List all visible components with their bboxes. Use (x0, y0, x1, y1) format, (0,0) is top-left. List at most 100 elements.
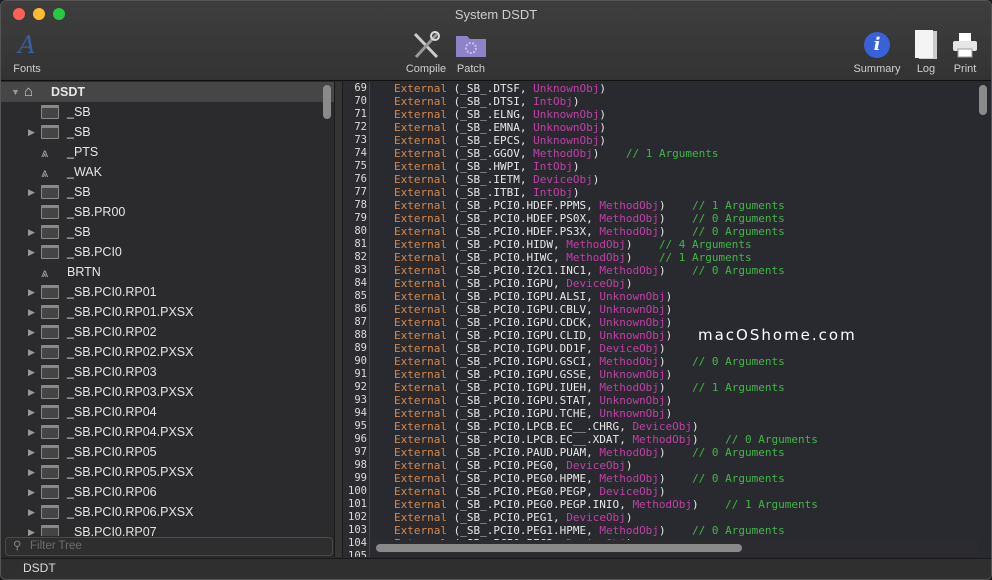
disclosure-closed-icon[interactable]: ▶ (28, 327, 38, 338)
split-view-divider[interactable] (334, 82, 343, 557)
keyword: External (394, 511, 447, 524)
object-type: MethodObj (566, 238, 626, 251)
disclosure-closed-icon[interactable]: ▶ (28, 527, 38, 537)
tree-item[interactable]: _SB (1, 102, 334, 122)
disclosure-closed-icon[interactable]: ▶ (28, 227, 38, 238)
document-icon (909, 29, 943, 61)
line-number: 80 (354, 225, 367, 237)
code-line: 84 External (_SB_.PCI0.IGPU, DeviceObj) (343, 277, 818, 290)
tree-root-label: DSDT (51, 85, 86, 99)
tree-item-label: _SB.PCI0.RP01 (67, 285, 157, 299)
editor-vertical-scrollbar[interactable] (979, 85, 987, 115)
keyword: External (394, 368, 447, 381)
fonts-button[interactable]: A Fonts (9, 29, 45, 75)
code-line: 69 External (_SB_.DTSF, UnknownObj) (343, 82, 818, 95)
object-path: _SB_.PCI0.HDEF.PPMS (460, 199, 587, 212)
keyword: External (394, 147, 447, 160)
line-number: 78 (354, 199, 367, 211)
line-number: 70 (354, 95, 367, 107)
code-line: 90 External (_SB_.PCI0.IGPU.GSCI, MethodO… (343, 355, 818, 368)
object-path: _SB_.PCI0.LPCB.EC__.XDAT (460, 433, 620, 446)
code-line: 99 External (_SB_.PCI0.PEG0.HPME, MethodO… (343, 472, 818, 485)
object-type: MethodObj (599, 446, 659, 459)
tree-item[interactable]: ▶ _SB.PCI0.RP05 (1, 442, 334, 462)
tree-item[interactable]: ▶ _SB.PCI0.RP05.PXSX (1, 462, 334, 482)
tree-item[interactable]: ▶ _SB (1, 122, 334, 142)
object-path: _SB_.EMNA (460, 121, 520, 134)
disclosure-closed-icon[interactable]: ▶ (28, 367, 38, 378)
line-number: 90 (354, 355, 367, 367)
code-line: 86 External (_SB_.PCI0.IGPU.CBLV, Unknown… (343, 303, 818, 316)
editor-horizontal-scrollbar[interactable] (376, 544, 742, 552)
object-path: _SB_.DTSI (460, 95, 520, 108)
object-type: DeviceObj (566, 459, 626, 472)
disclosure-open-icon[interactable]: ▼ (11, 87, 21, 97)
tree-item[interactable]: ▶ _SB.PCI0.RP06 (1, 482, 334, 502)
comment: // 0 Arguments (692, 446, 785, 459)
comment: // 0 Arguments (692, 524, 785, 537)
object-path: _SB_.PCI0.IGPU.CBLV (460, 303, 587, 316)
disclosure-closed-icon[interactable]: ▶ (28, 427, 38, 438)
line-number: 102 (348, 511, 367, 523)
line-number: 86 (354, 303, 367, 315)
disclosure-closed-icon[interactable]: ▶ (28, 127, 38, 138)
disclosure-closed-icon[interactable]: ▶ (28, 507, 38, 518)
tree-item[interactable]: ▶ _SB.PCI0 (1, 242, 334, 262)
disclosure-closed-icon[interactable]: ▶ (28, 447, 38, 458)
disclosure-closed-icon[interactable]: ▶ (28, 407, 38, 418)
disclosure-closed-icon[interactable]: ▶ (28, 487, 38, 498)
info-icon: i (849, 29, 905, 61)
object-path: _SB_.PCI0.PEG1.HPME (460, 524, 587, 537)
tree-item[interactable]: ▶ _SB.PCI0.RP04 (1, 402, 334, 422)
object-type: MethodObj (599, 225, 659, 238)
comment: // 0 Arguments (692, 264, 785, 277)
fonts-icon: A (18, 31, 36, 59)
disclosure-closed-icon[interactable]: ▶ (28, 347, 38, 358)
comment: // 0 Arguments (692, 472, 785, 485)
tree-item[interactable]: ⩓ _PTS (1, 142, 334, 162)
code-line: 79 External (_SB_.PCI0.HDEF.PS0X, MethodO… (343, 212, 818, 225)
disclosure-closed-icon[interactable]: ▶ (28, 287, 38, 298)
disclosure-closed-icon[interactable]: ▶ (28, 387, 38, 398)
tree-item[interactable]: ▶ _SB.PCI0.RP01 (1, 282, 334, 302)
line-number: 97 (354, 446, 367, 458)
tree-item[interactable]: ▶ _SB.PCI0.RP02 (1, 322, 334, 342)
object-path: _SB_.PCI0.LPCB.EC__.CHRG (460, 420, 620, 433)
object-type: DeviceObj (599, 342, 659, 355)
tree-item[interactable]: ▶ _SB.PCI0.RP04.PXSX (1, 422, 334, 442)
print-button[interactable]: Print (947, 29, 983, 75)
tree-item[interactable]: ▶ _SB.PCI0.RP07 (1, 522, 334, 536)
object-type: MethodObj (599, 199, 659, 212)
tree-item[interactable]: ⩓ BRTN (1, 262, 334, 282)
disclosure-closed-icon[interactable]: ▶ (28, 467, 38, 478)
tree-root-dsdt[interactable]: ▼ ⌂ DSDT (1, 82, 334, 102)
tree-item[interactable]: _SB.PR00 (1, 202, 334, 222)
code-line: 100 External (_SB_.PCI0.PEG0.PEGP, Device… (343, 485, 818, 498)
sidebar-scrollbar[interactable] (323, 85, 331, 119)
disclosure-closed-icon[interactable]: ▶ (28, 187, 38, 198)
line-number: 74 (354, 147, 367, 159)
tree-item[interactable]: ▶ _SB.PCI0.RP03.PXSX (1, 382, 334, 402)
tree-item[interactable]: ▶ _SB (1, 222, 334, 242)
line-number: 98 (354, 459, 367, 471)
tree-item[interactable]: ▶ _SB.PCI0.RP02.PXSX (1, 342, 334, 362)
tree-item[interactable]: ▶ _SB (1, 182, 334, 202)
tree-item-label: _SB.PCI0.RP01.PXSX (67, 305, 194, 319)
object-type: MethodObj (632, 498, 693, 511)
compile-button[interactable]: Compile (403, 29, 449, 75)
patch-button[interactable]: Patch (453, 29, 489, 75)
tree-item[interactable]: ▶ _SB.PCI0.RP03 (1, 362, 334, 382)
log-button[interactable]: Log (909, 29, 943, 75)
window-title: System DSDT (454, 7, 538, 22)
tree-item[interactable]: ▶ _SB.PCI0.RP06.PXSX (1, 502, 334, 522)
tree-item[interactable]: ⩓ _WAK (1, 162, 334, 182)
disclosure-closed-icon[interactable]: ▶ (28, 307, 38, 318)
disclosure-closed-icon[interactable]: ▶ (28, 247, 38, 258)
tools-icon (403, 29, 449, 61)
summary-button[interactable]: i Summary (849, 29, 905, 75)
filter-tree-input[interactable]: ⚲ Filter Tree (5, 537, 333, 556)
tree-item[interactable]: ▶ _SB.PCI0.RP01.PXSX (1, 302, 334, 322)
tree-item-label: _SB (67, 105, 91, 119)
summary-label: Summary (853, 63, 901, 75)
code-editor[interactable]: 69 External (_SB_.DTSF, UnknownObj) 70 Exte… (343, 82, 991, 557)
